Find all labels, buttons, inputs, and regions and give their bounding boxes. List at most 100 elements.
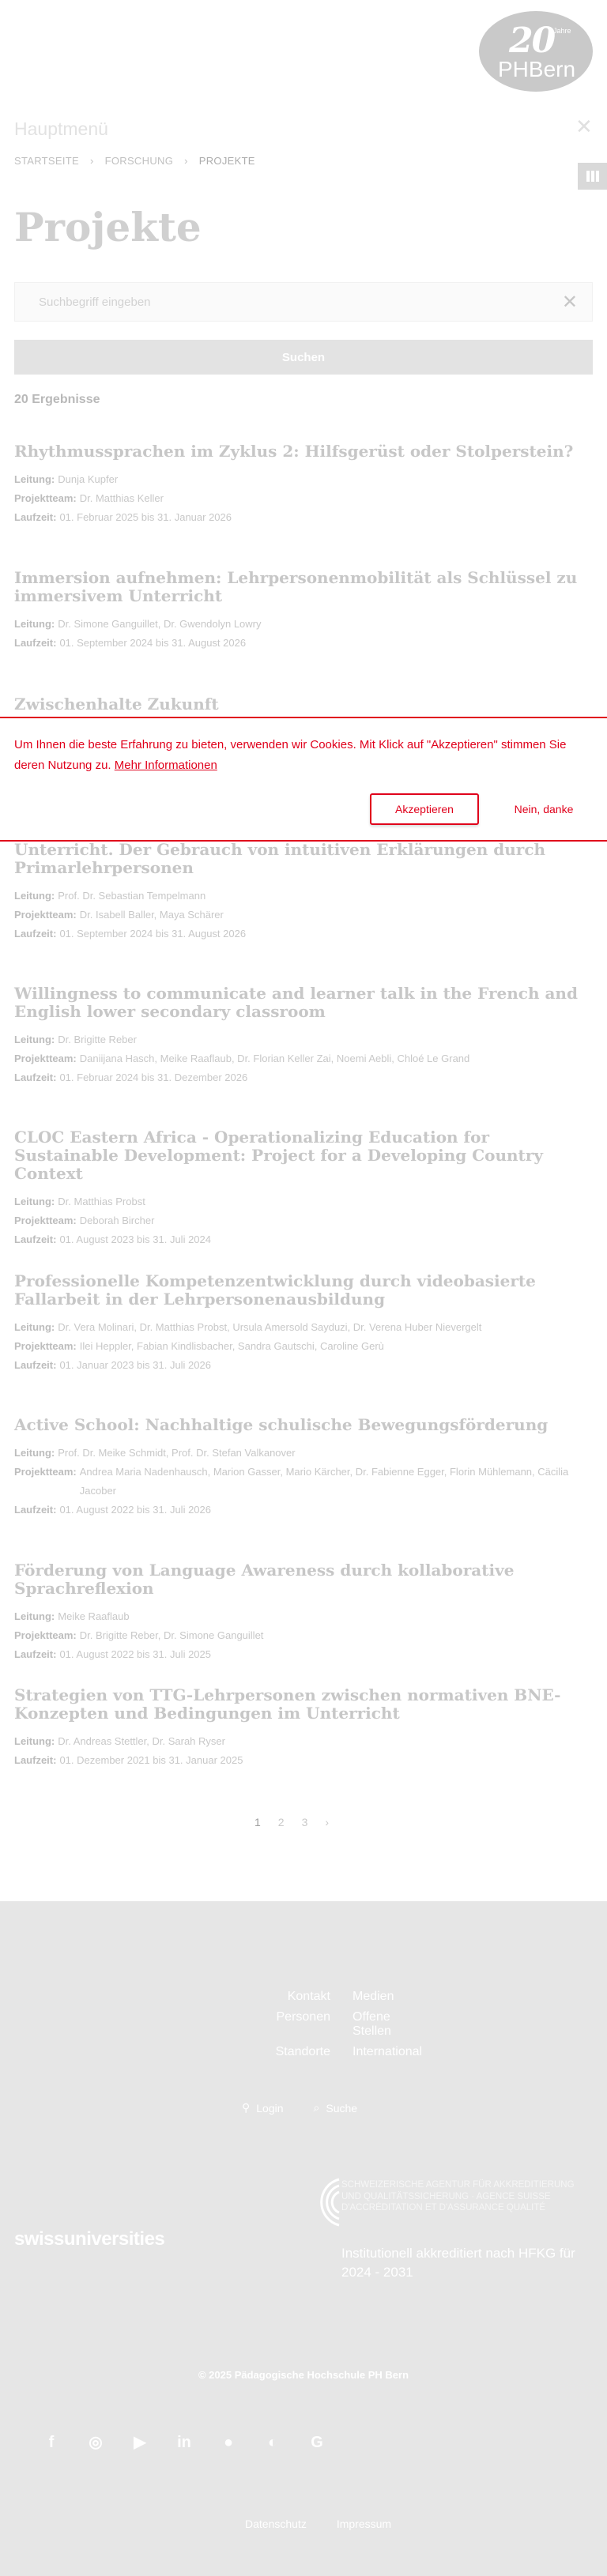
project-title[interactable]: Zwischenhalte Zukunft: [14, 695, 593, 714]
cookie-decline-button[interactable]: Nein, danke: [495, 793, 593, 825]
cookie-accept-button[interactable]: Akzeptieren: [370, 793, 479, 825]
project-duration: 01. September 2024 bis 31. August 2026: [59, 637, 247, 649]
project-item: Förderung von Language Awareness durch k…: [14, 1561, 593, 1664]
project-lead: Dr. Simone Ganguillet, Dr. Gwendolyn Low…: [58, 618, 262, 630]
footer-link-locations[interactable]: Standorte: [256, 2045, 330, 2059]
project-lead: Prof. Dr. Sebastian Tempelmann: [58, 890, 206, 902]
project-item: Immersion aufnehmen: Lehrpersonenmobilit…: [14, 569, 593, 653]
project-title[interactable]: Immersion aufnehmen: Lehrpersonenmobilit…: [14, 569, 593, 605]
search-input[interactable]: [15, 283, 537, 321]
footer-link-contact[interactable]: Kontakt: [256, 1990, 330, 2004]
footer-link-international[interactable]: International: [330, 2045, 425, 2059]
user-icon: ⚲: [242, 2101, 251, 2114]
project-item: Professionelle Kompetenzentwicklung durc…: [14, 1272, 593, 1375]
logo-years: Jahre: [553, 27, 571, 35]
project-lead: Dr. Matthias Probst: [58, 1196, 145, 1207]
phbern-logo[interactable]: 20 Jahre PHBern: [479, 11, 593, 92]
breadcrumb-separator-icon: ›: [184, 155, 188, 167]
search-button[interactable]: Suchen: [14, 340, 593, 375]
accreditation-agency-text: SCHWEIZERISCHE AGENTUR FÜR AKKREDITIERUN…: [341, 2180, 575, 2213]
project-duration: 01. September 2024 bis 31. August 2026: [59, 928, 247, 940]
login-link[interactable]: ⚲ Login: [242, 2101, 284, 2115]
project-item: Strategien von TTG-Lehrpersonen zwischen…: [14, 1686, 593, 1770]
page-3[interactable]: 3: [302, 1816, 308, 1828]
project-team: Dr. Brigitte Reber, Dr. Simone Ganguille…: [79, 1629, 264, 1641]
project-duration: 01. Dezember 2021 bis 31. Januar 2025: [59, 1754, 243, 1766]
breadcrumb-separator-icon: ›: [89, 155, 94, 167]
cookie-text: Um Ihnen die beste Erfahrung zu bieten, …: [14, 738, 567, 772]
results-count: 20 Ergebnisse: [14, 393, 100, 406]
project-duration: 01. August 2022 bis 31. Juli 2026: [59, 1504, 211, 1516]
linkedin-icon[interactable]: in: [174, 2432, 194, 2453]
cookie-more-info-link[interactable]: Mehr Informationen: [115, 759, 217, 772]
project-item: CLOC Eastern Africa - Operationalizing E…: [14, 1128, 593, 1249]
project-team: Deborah Bircher: [79, 1215, 155, 1226]
social-links: f ◎ ▶ in ● ◐ G: [41, 2432, 327, 2453]
footer-link-people[interactable]: Personen: [256, 2010, 331, 2039]
search-link[interactable]: ⌕ Suche: [314, 2101, 358, 2115]
breadcrumb-item-home[interactable]: Startseite: [14, 155, 79, 167]
project-duration: 01. Februar 2024 bis 31. Dezember 2026: [59, 1071, 248, 1083]
clear-icon[interactable]: ✕: [562, 291, 578, 314]
project-item: Rhythmussprachen im Zyklus 2: Hilfsgerüs…: [14, 443, 593, 527]
project-lead: Dr. Andreas Stettler, Dr. Sarah Ryser: [58, 1735, 225, 1747]
logo-wordmark: PHBern: [498, 57, 576, 81]
project-title[interactable]: Strategien von TTG-Lehrpersonen zwischen…: [14, 1686, 593, 1723]
project-lead: Meike Raaflaub: [58, 1610, 130, 1622]
project-lead: Dunja Kupfer: [58, 473, 119, 485]
breadcrumb: Startseite › Forschung › Projekte: [14, 155, 255, 167]
project-title[interactable]: Willingness to communicate and learner t…: [14, 985, 593, 1021]
flickr-icon[interactable]: ●: [218, 2432, 239, 2453]
project-title[interactable]: CLOC Eastern Africa - Operationalizing E…: [14, 1128, 593, 1183]
google-icon[interactable]: G: [307, 2432, 327, 2453]
accreditation-logo-icon: [320, 2178, 340, 2227]
page-title: Projekte: [14, 204, 202, 250]
project-team: Daniijana Hasch, Meike Raaflaub, Dr. Flo…: [79, 1053, 470, 1064]
accreditation-statement: Institutionell akkreditiert nach HFKG fü…: [341, 2246, 575, 2280]
page-1[interactable]: 1: [254, 1816, 261, 1828]
next-page-icon[interactable]: ›: [325, 1816, 329, 1828]
project-duration: 01. August 2023 bis 31. Juli 2024: [59, 1233, 211, 1245]
project-title[interactable]: Active School: Nachhaltige schulische Be…: [14, 1416, 593, 1434]
menu-section-label: Hauptmenü: [14, 119, 108, 139]
logo-anniversary-number: 20: [509, 21, 556, 61]
project-title[interactable]: Professionelle Kompetenzentwicklung durc…: [14, 1272, 593, 1309]
pagination: 1 2 3 ›: [254, 1816, 329, 1828]
breadcrumb-item-research[interactable]: Forschung: [105, 155, 173, 167]
project-item: Willingness to communicate and learner t…: [14, 985, 593, 1087]
project-title[interactable]: Unterricht. Der Gebrauch von intuitiven …: [14, 841, 593, 877]
project-lead: Prof. Dr. Meike Schmidt, Prof. Dr. Stefa…: [58, 1447, 296, 1459]
cookie-banner: Um Ihnen die beste Erfahrung zu bieten, …: [0, 717, 607, 842]
reddit-icon[interactable]: ◐: [262, 2432, 283, 2453]
project-team: Dr. Isabell Baller, Maya Schärer: [79, 909, 224, 921]
search-box: ✕: [14, 282, 593, 322]
project-item: Unterricht. Der Gebrauch von intuitiven …: [14, 841, 593, 943]
page-2[interactable]: 2: [278, 1816, 285, 1828]
search-icon: ⌕: [313, 2101, 320, 2114]
project-duration: 01. Februar 2025 bis 31. Januar 2026: [59, 511, 232, 523]
close-icon[interactable]: ✕: [575, 115, 593, 139]
swissuniversities-logo[interactable]: swissuniversities: [14, 2228, 165, 2250]
project-lead: Dr. Brigitte Reber: [58, 1034, 137, 1045]
project-team: Andrea Maria Nadenhausch, Marion Gasser,…: [79, 1466, 569, 1497]
project-title[interactable]: Förderung von Language Awareness durch k…: [14, 1561, 593, 1598]
project-duration: 01. August 2022 bis 31. Juli 2025: [59, 1648, 211, 1660]
youtube-icon[interactable]: ▶: [130, 2432, 150, 2453]
footer-link-media[interactable]: Medien: [330, 1990, 425, 2004]
footer-link-jobs[interactable]: Offene Stellen: [330, 2010, 425, 2039]
imprint-link[interactable]: Impressum: [337, 2518, 391, 2530]
privacy-link[interactable]: Datenschutz: [245, 2518, 307, 2530]
footer-legal-links: Datenschutz Impressum: [245, 2518, 391, 2530]
project-team: Ilei Heppler, Fabian Kindlisbacher, Sand…: [79, 1340, 384, 1352]
breadcrumb-item-current: Projekte: [198, 155, 255, 167]
footer: Kontakt Medien Personen Offene Stellen S…: [0, 1901, 607, 2576]
project-title[interactable]: Rhythmussprachen im Zyklus 2: Hilfsgerüs…: [14, 443, 593, 461]
project-item: Active School: Nachhaltige schulische Be…: [14, 1416, 593, 1520]
side-panel-button[interactable]: [578, 163, 607, 190]
instagram-icon[interactable]: ◎: [85, 2432, 106, 2453]
copyright: © 2025 Pädagogische Hochschule PH Bern: [198, 2369, 409, 2381]
facebook-icon[interactable]: f: [41, 2432, 62, 2453]
project-duration: 01. Januar 2023 bis 31. Juli 2026: [59, 1359, 211, 1371]
footer-utility: ⚲ Login ⌕ Suche: [242, 2101, 357, 2115]
project-lead: Dr. Vera Molinari, Dr. Matthias Probst, …: [58, 1321, 482, 1333]
